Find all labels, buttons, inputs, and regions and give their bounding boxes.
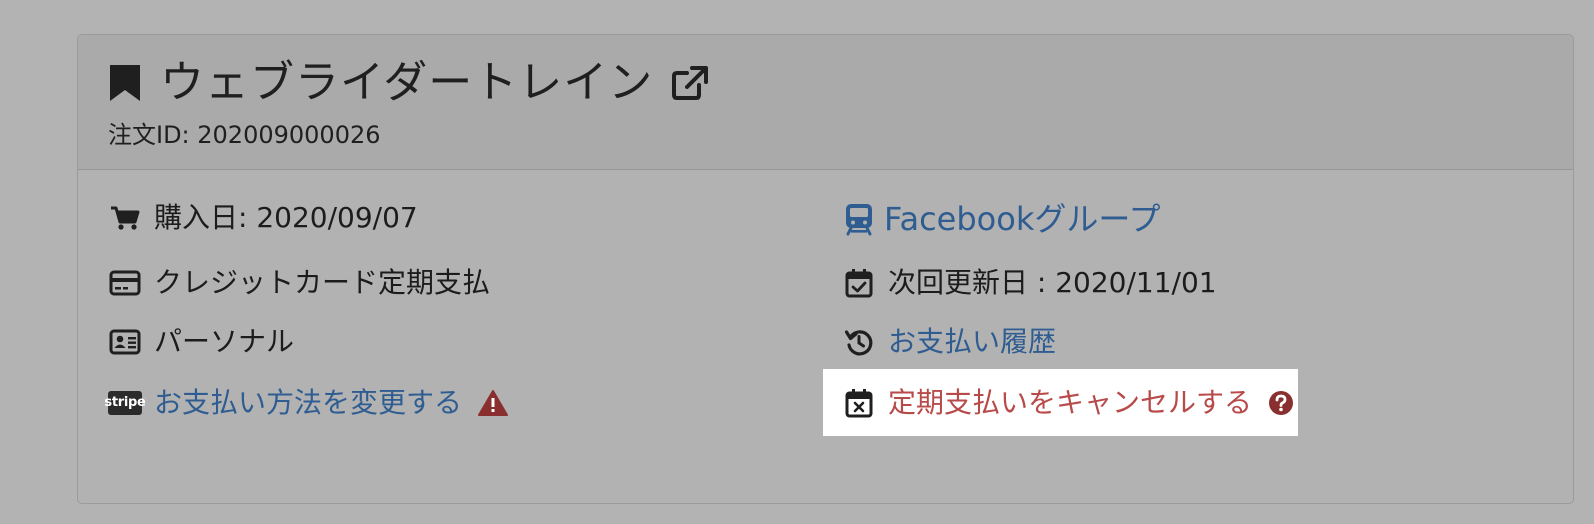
bookmark-icon	[108, 63, 142, 103]
cart-icon	[108, 205, 142, 231]
external-link-icon[interactable]	[671, 65, 709, 101]
calendar-x-icon	[842, 388, 876, 418]
payment-history-row: お支払い履歴	[842, 324, 1056, 360]
purchase-date-row: 購入日: 2020/09/07	[108, 200, 418, 236]
payment-history-link[interactable]: お支払い履歴	[888, 324, 1056, 360]
stripe-icon: stripe	[104, 391, 146, 415]
purchase-date: 購入日: 2020/09/07	[154, 201, 418, 234]
warning-icon	[476, 389, 510, 417]
change-payment-link[interactable]: お支払い方法を変更する	[154, 385, 462, 421]
calendar-check-icon	[842, 268, 876, 298]
next-renewal-date: 次回更新日 : 2020/11/01	[888, 266, 1217, 299]
product-title: ウェブライダートレイン	[160, 57, 654, 108]
help-icon[interactable]	[1264, 390, 1298, 416]
history-icon	[842, 328, 876, 356]
order-id: 注文ID: 202009000026	[108, 121, 381, 149]
facebook-group-link[interactable]: Facebookグループ	[884, 201, 1160, 237]
facebook-group-row: Facebookグループ	[842, 201, 1160, 237]
payment-type-row: クレジットカード定期支払	[108, 265, 490, 301]
payment-type: クレジットカード定期支払	[154, 266, 491, 299]
cancel-subscription-row: 定期支払いをキャンセルする	[842, 385, 1298, 421]
cancel-subscription-link[interactable]: 定期支払いをキャンセルする	[888, 385, 1252, 421]
next-renewal-row: 次回更新日 : 2020/11/01	[842, 265, 1217, 301]
product-title-row: ウェブライダートレイン	[108, 57, 709, 109]
account-type: パーソナル	[154, 325, 295, 358]
train-icon	[842, 202, 876, 236]
account-type-row: パーソナル	[108, 324, 294, 360]
order-card-header: ウェブライダートレイン 注文ID: 202009000026	[78, 35, 1573, 170]
order-card: ウェブライダートレイン 注文ID: 202009000026 購入日: 2020…	[77, 34, 1574, 504]
change-payment-row: stripe お支払い方法を変更する	[104, 385, 510, 421]
id-card-icon	[108, 329, 142, 355]
stripe-badge: stripe	[104, 391, 146, 415]
credit-card-icon	[108, 270, 142, 296]
